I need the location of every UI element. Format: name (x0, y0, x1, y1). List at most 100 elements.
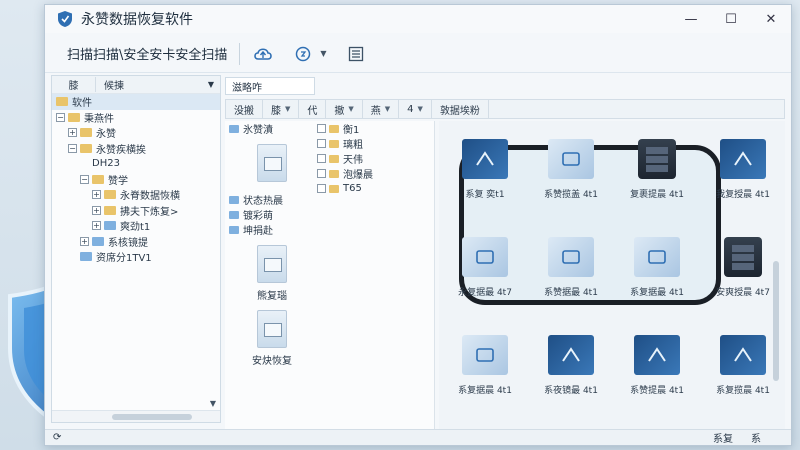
horizontal-scrollbar[interactable] (52, 410, 220, 422)
refresh-icon (296, 46, 311, 61)
tree-item[interactable]: + 拂夫下炼复> (52, 203, 220, 219)
chevron-down-icon[interactable]: ▼ (285, 105, 290, 113)
column-header[interactable]: 膝 ▼ (263, 100, 300, 118)
thumbnail-label: 复裹提晨 4t1 (630, 190, 684, 200)
close-button[interactable]: ✕ (751, 5, 791, 33)
file-thumbnail[interactable]: 我复授晨 4t1 (705, 127, 781, 201)
list-item[interactable]: 坤捐赴 (229, 222, 315, 237)
list-item[interactable]: 泡爆晨 (317, 166, 427, 181)
tree-item[interactable]: + 系核镜提 (52, 234, 220, 250)
tree-item[interactable]: + 永赞 (52, 125, 220, 141)
document-label: 熊复瑙 (257, 291, 287, 302)
chevron-down-icon[interactable]: ▼ (385, 105, 390, 113)
column-header[interactable]: 没搬 (226, 100, 263, 118)
list-item[interactable]: 天伟 (317, 151, 427, 166)
folder-icon (329, 184, 339, 193)
column-header[interactable]: 代 (299, 100, 327, 118)
refresh-dropdown-chevron-icon[interactable]: ▼ (320, 49, 326, 58)
file-thumbnail[interactable]: 永复据最 4t7 (447, 225, 523, 299)
list-item[interactable]: 氷赞漬 (229, 121, 315, 136)
sub-folder-list: 衡1 璃粗 天伟 泡爆晨 T65 (317, 121, 427, 196)
list-item[interactable]: 镀彩萌 (229, 207, 315, 222)
folder-icon (229, 124, 239, 133)
list-item-label: 镀彩萌 (243, 211, 273, 222)
document-icon[interactable] (257, 144, 287, 182)
chevron-down-icon[interactable]: ▼ (348, 105, 353, 113)
file-thumbnail[interactable]: 系复据晨 4t1 (447, 323, 523, 397)
expand-icon[interactable]: + (68, 128, 77, 138)
file-thumbnail[interactable]: 系赞揽盖 4t1 (533, 127, 609, 201)
folder-icon (229, 195, 239, 204)
chevron-down-icon[interactable]: ▼ (418, 105, 423, 113)
document-label: 安炔恢复 (252, 356, 292, 367)
file-thumbnail[interactable]: 安爽授晨 4t7 (705, 225, 781, 299)
expand-icon[interactable] (317, 169, 326, 178)
file-thumbnail[interactable]: 系赞据最 4t1 (533, 225, 609, 299)
file-thumbnail[interactable]: 系复 奕t1 (447, 127, 523, 201)
file-list-pane: 氷赞漬 状态热晨镀彩萌 坤捐赴 熊复瑙 安炔恢复 衡1 璃粗 天伟 泡爆晨 T65 (225, 121, 435, 431)
maximize-button[interactable]: ☐ (711, 5, 751, 33)
status-refresh-icon[interactable]: ⟳ (53, 432, 61, 443)
scrollbar-thumb[interactable] (112, 414, 192, 420)
column-header[interactable]: 4 ▼ (399, 100, 432, 118)
file-thumbnail[interactable]: 系夜镜最 4t1 (533, 323, 609, 397)
tree-item[interactable]: 资席分1TV1 (52, 249, 220, 265)
expand-icon[interactable] (317, 154, 326, 163)
tree-item[interactable]: − 秉燕件 (52, 110, 220, 126)
refresh-button[interactable] (290, 41, 316, 67)
scroll-down-icon[interactable]: ▼ (210, 399, 216, 408)
column-header[interactable]: 燕 ▼ (363, 100, 400, 118)
thumbnail-label: 系夜镜最 4t1 (544, 386, 598, 396)
window-title: 永赞数据恢复软件 (81, 12, 193, 28)
column-header-label: 燕 (370, 105, 381, 117)
status-text: 系复 (713, 434, 733, 445)
column-header-label: 撤 (334, 105, 345, 117)
cloud-icon (254, 47, 273, 60)
document-icon[interactable] (257, 245, 287, 283)
expand-icon[interactable]: + (92, 205, 101, 215)
tree-header-col1[interactable]: 膝 (52, 77, 96, 92)
expand-icon[interactable]: + (92, 221, 101, 231)
expand-icon[interactable] (317, 184, 326, 193)
tree-item[interactable]: + 爽劲t1 (52, 218, 220, 234)
tree-item-label: 永赞疾横挨 (96, 144, 146, 156)
list-item[interactable]: 璃粗 (317, 136, 427, 151)
document-icon[interactable] (257, 310, 287, 348)
tree-item[interactable]: 软件 (52, 94, 220, 110)
collapse-icon[interactable]: − (80, 174, 89, 184)
path-tab[interactable]: 滋略咋 (225, 77, 315, 95)
file-thumbnail[interactable]: 复裹提晨 4t1 (619, 127, 695, 201)
folder-icon (80, 128, 92, 138)
thumbnail-label: 系复揽晨 4t1 (716, 386, 770, 396)
column-header[interactable]: 撤 ▼ (326, 100, 363, 118)
collapse-icon[interactable]: − (56, 112, 65, 122)
file-thumbnail[interactable]: 系复揽晨 4t1 (705, 323, 781, 397)
list-item[interactable]: 衡1 (317, 121, 427, 136)
file-preview-icon (462, 139, 508, 179)
expand-icon[interactable] (317, 124, 326, 133)
tree-item-label: 秉燕件 (84, 113, 114, 125)
minimize-button[interactable]: — (671, 5, 711, 33)
tree-item-label: 永脊数据恢横 (120, 191, 180, 203)
tree-item[interactable]: DH23 (52, 156, 220, 172)
collapse-icon[interactable]: − (68, 143, 77, 153)
list-item[interactable]: 状态热晨 (229, 192, 315, 207)
list-view-button[interactable] (343, 41, 369, 67)
tree-item[interactable]: − 赞学 (52, 172, 220, 188)
folder-icon (80, 143, 92, 153)
list-item-label: 氷赞漬 (243, 125, 273, 136)
file-thumbnail[interactable]: 系赞提晨 4t1 (619, 323, 695, 397)
cloud-scan-button[interactable] (250, 41, 276, 67)
tree-item[interactable]: − 永赞疾横挨 (52, 141, 220, 157)
scan-title: 扫描扫描\安全安卡安全扫描 (67, 48, 228, 63)
expand-icon[interactable]: + (92, 190, 101, 200)
tree-item[interactable]: + 永脊数据恢横 (52, 187, 220, 203)
tree-header-col2[interactable]: 候揀 (96, 77, 208, 92)
expand-icon[interactable] (317, 139, 326, 148)
list-item[interactable]: T65 (317, 181, 427, 196)
chevron-down-icon[interactable]: ▼ (208, 80, 214, 89)
expand-icon[interactable]: + (80, 236, 89, 246)
file-thumbnail[interactable]: 系复据最 4t1 (619, 225, 695, 299)
folder-icon (329, 169, 339, 178)
column-header[interactable]: 敦据埃粉 (432, 100, 489, 118)
